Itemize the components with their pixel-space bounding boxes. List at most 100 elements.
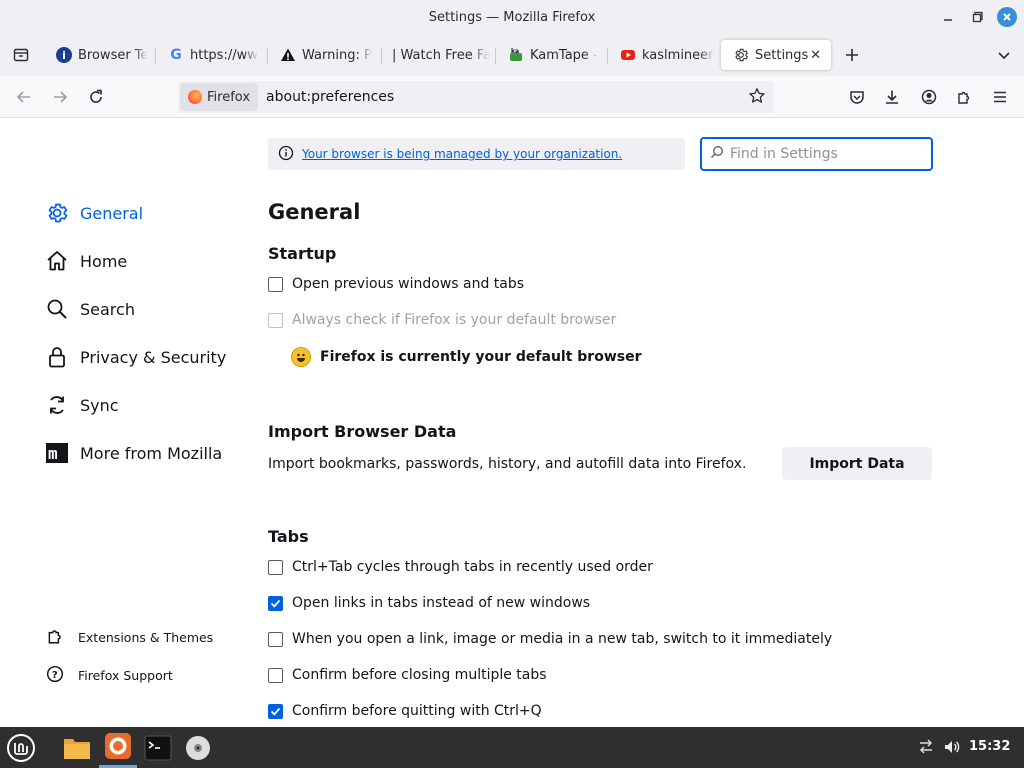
account-icon <box>921 89 937 105</box>
tab-browser-test[interactable]: i Browser Te <box>44 40 148 70</box>
chevron-down-icon <box>998 52 1010 60</box>
policy-link[interactable]: Your browser is being managed by your or… <box>302 147 622 161</box>
footer-link-label: Firefox Support <box>78 668 173 683</box>
checkbox-box[interactable] <box>268 631 283 647</box>
tab-label: Warning: P <box>302 47 372 63</box>
arrow-left-icon <box>16 91 30 103</box>
confirm-quit-checkbox[interactable]: Confirm before quitting with Ctrl+Q <box>268 703 542 719</box>
category-home[interactable]: Home <box>44 246 127 276</box>
search-icon <box>710 145 724 163</box>
url-bar[interactable]: Firefox about:preferences <box>178 81 774 113</box>
clock[interactable]: 15:32 <box>969 739 1010 754</box>
tab-watch-free[interactable]: | Watch Free Fa <box>382 40 490 70</box>
switch-to-new-tab-checkbox[interactable]: When you open a link, image or media in … <box>268 631 832 647</box>
window-title: Settings — Mozilla Firefox <box>428 9 596 25</box>
smiley-icon <box>291 347 311 367</box>
download-icon <box>886 90 898 104</box>
firefox-logo-icon <box>188 90 202 104</box>
reload-icon <box>90 89 102 103</box>
tab-settings[interactable]: Settings ✕ <box>721 40 831 70</box>
volume-icon <box>945 741 960 753</box>
mint-menu-icon <box>7 733 35 762</box>
terminal-taskbar-button[interactable] <box>139 727 177 768</box>
url-text[interactable]: about:preferences <box>266 89 394 105</box>
category-privacy[interactable]: Privacy & Security <box>44 342 226 372</box>
search-icon <box>44 296 70 322</box>
open-links-in-tabs-checkbox[interactable]: Open links in tabs instead of new window… <box>268 595 590 611</box>
firefox-taskbar-button[interactable] <box>99 727 137 768</box>
extensions-button[interactable] <box>952 85 976 109</box>
disc-taskbar-button[interactable] <box>179 727 217 768</box>
category-more-from-mozilla[interactable]: m More from Mozilla <box>44 438 222 468</box>
new-tab-button[interactable] <box>840 42 864 68</box>
tab-youtube[interactable]: kaslmineer <box>608 40 716 70</box>
checkbox-box[interactable] <box>268 703 283 719</box>
title-bar: Settings — Mozilla Firefox <box>0 0 1024 34</box>
kamtape-icon: ka <box>508 47 524 63</box>
identity-box[interactable]: Firefox <box>180 83 259 111</box>
pocket-button[interactable] <box>845 85 869 109</box>
mozilla-icon: m <box>44 440 70 466</box>
volume-tray-button[interactable] <box>942 737 962 757</box>
google-icon: G <box>170 47 182 63</box>
minimize-button[interactable] <box>938 7 958 27</box>
files-taskbar-button[interactable] <box>58 727 96 768</box>
forward-button[interactable] <box>48 85 72 109</box>
page-title: General <box>268 200 361 224</box>
start-menu-button[interactable] <box>2 727 40 768</box>
checkbox-box[interactable] <box>268 595 283 611</box>
reload-button[interactable] <box>84 85 108 109</box>
confirm-close-multiple-checkbox[interactable]: Confirm before closing multiple tabs <box>268 667 547 683</box>
footer-link-label: Extensions & Themes <box>78 630 214 645</box>
tab-label: KamTape - <box>530 47 598 63</box>
settings-search-box[interactable] <box>700 137 933 171</box>
extensions-themes-link[interactable]: Extensions & Themes <box>46 627 213 648</box>
tab-warning[interactable]: Warning: P <box>268 40 374 70</box>
checkbox-box[interactable] <box>268 276 283 292</box>
gear-icon <box>733 47 749 63</box>
pocket-icon <box>850 91 864 104</box>
network-tray-button[interactable] <box>916 737 936 757</box>
checkbox-box[interactable] <box>268 559 283 575</box>
sync-icon <box>44 392 70 418</box>
firefox-support-link[interactable]: ? Firefox Support <box>46 665 173 686</box>
lock-icon <box>44 344 70 370</box>
category-search[interactable]: Search <box>44 294 135 324</box>
category-label: Sync <box>80 395 119 415</box>
checkbox-box <box>268 312 283 328</box>
category-label: General <box>80 203 144 223</box>
list-all-tabs-button[interactable] <box>992 42 1016 68</box>
policy-notice: Your browser is being managed by your or… <box>268 138 685 170</box>
ctrl-tab-checkbox[interactable]: Ctrl+Tab cycles through tabs in recently… <box>268 559 653 575</box>
firefox-view-button[interactable] <box>8 42 34 68</box>
close-tab-button[interactable]: ✕ <box>810 48 821 63</box>
app-menu-button[interactable] <box>988 85 1012 109</box>
import-heading: Import Browser Data <box>268 422 457 441</box>
tab-label: Settings <box>755 47 809 63</box>
category-general[interactable]: General <box>44 198 143 228</box>
open-previous-checkbox[interactable]: Open previous windows and tabs <box>268 276 524 292</box>
startup-heading: Startup <box>268 244 337 263</box>
search-input[interactable] <box>730 146 920 162</box>
terminal-icon <box>144 735 172 760</box>
category-sync[interactable]: Sync <box>44 390 119 420</box>
account-button[interactable] <box>917 85 941 109</box>
tab-label: https://ww <box>190 47 258 63</box>
identity-label: Firefox <box>207 89 251 105</box>
warning-icon <box>280 47 296 63</box>
bookmark-star-button[interactable] <box>748 87 766 109</box>
checkbox-box[interactable] <box>268 667 283 683</box>
puzzle-icon <box>46 627 64 648</box>
import-data-button[interactable]: Import Data <box>782 447 932 480</box>
downloads-button[interactable] <box>880 85 904 109</box>
close-window-button[interactable] <box>997 7 1017 27</box>
network-icon <box>919 739 933 754</box>
svg-text:m: m <box>48 444 58 463</box>
tab-kamtape[interactable]: ka KamTape - <box>496 40 602 70</box>
back-button[interactable] <box>12 85 36 109</box>
checkbox-label: Ctrl+Tab cycles through tabs in recently… <box>292 559 653 575</box>
info-icon: i <box>56 47 72 63</box>
tab-google[interactable]: G https://ww <box>156 40 262 70</box>
maximize-button[interactable] <box>968 7 988 27</box>
checkmark-icon <box>270 707 281 716</box>
